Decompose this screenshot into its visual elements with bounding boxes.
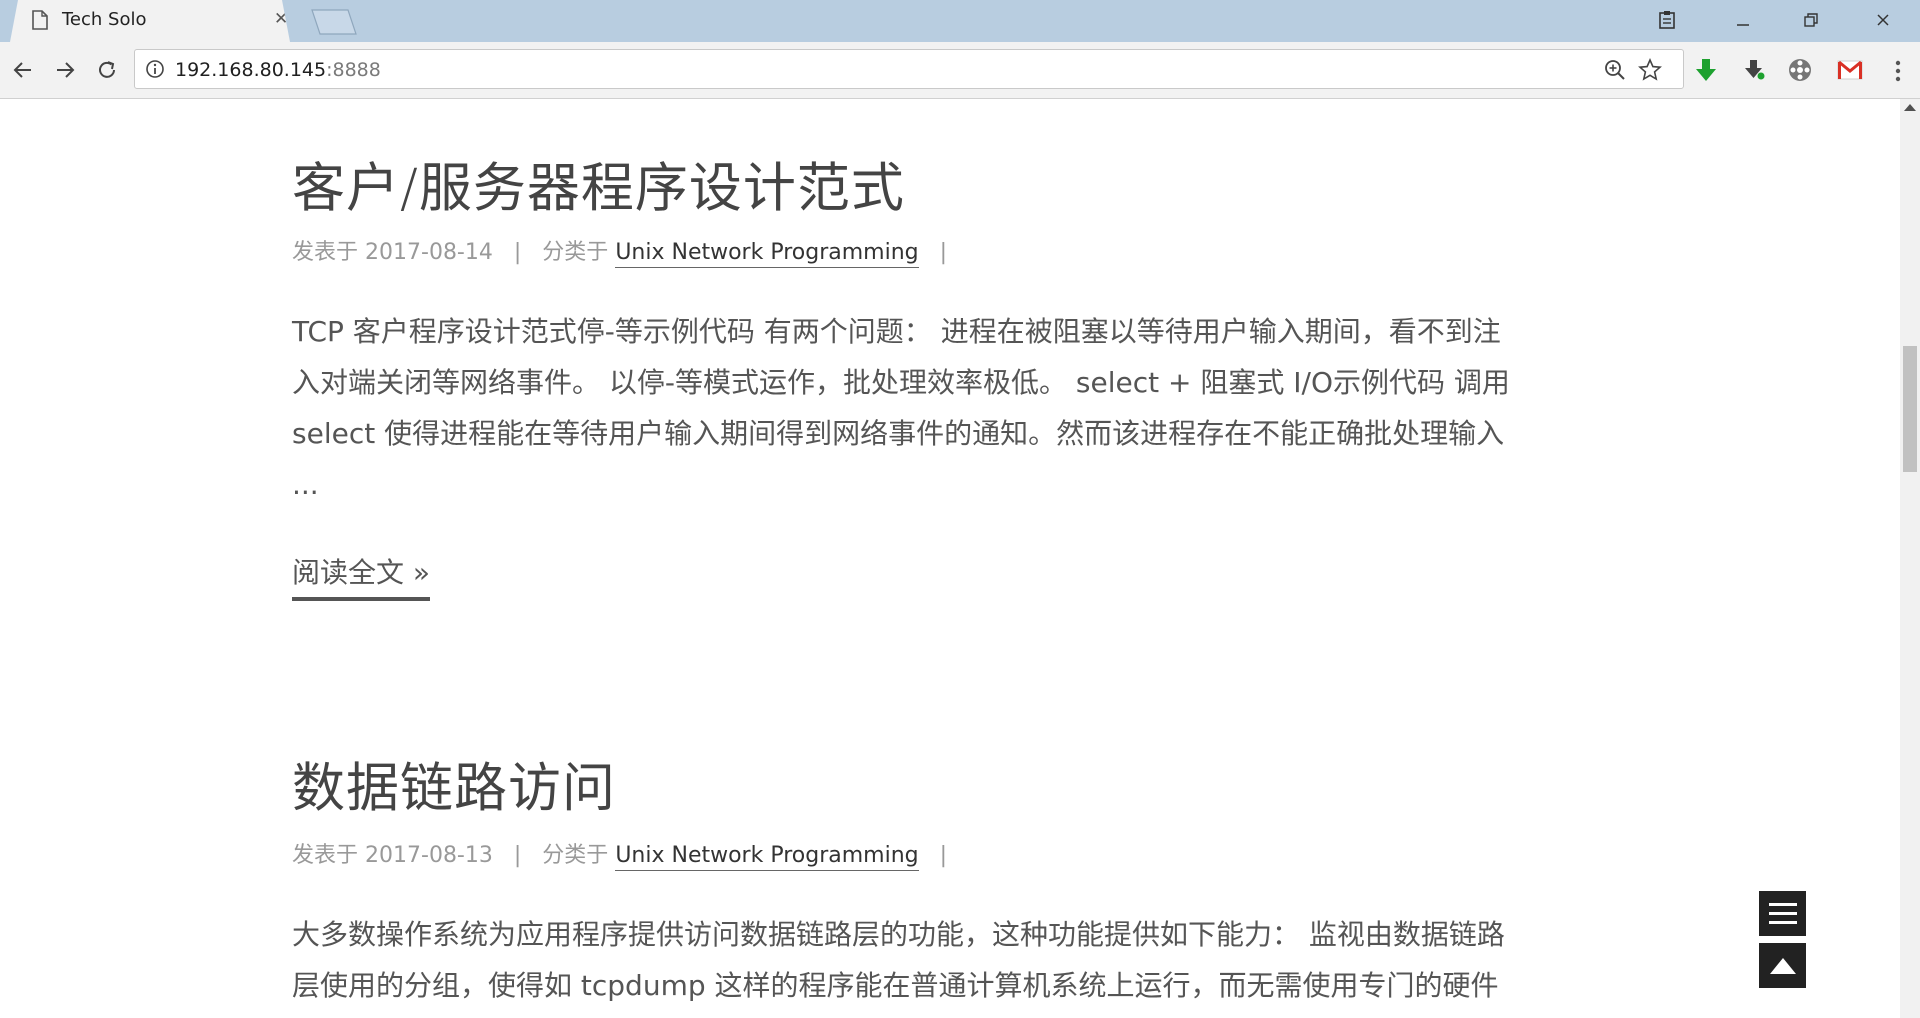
minimize-button[interactable] [1714,0,1772,40]
meta-separator: | [939,240,948,265]
back-button[interactable] [8,55,38,85]
excerpt-line: TCP 客户程序设计范式停-等示例代码 有两个问题： 进程在被阻塞以等待用户输入… [292,315,1501,348]
back-to-top-button[interactable] [1759,943,1806,988]
zoom-icon[interactable] [1603,58,1627,82]
sidebar-toggle-button[interactable] [1759,891,1806,936]
category-link[interactable]: Unix Network Programming [615,843,919,871]
reload-button[interactable] [92,55,122,85]
restore-button[interactable] [1782,0,1840,40]
meta-separator: | [513,240,522,265]
scroll-up-arrow-icon[interactable] [1904,104,1916,111]
reload-icon [99,61,115,78]
post-excerpt: 大多数操作系统为应用程序提供访问数据链路层的功能，这种功能提供如下能力： 监视由… [292,909,1592,1011]
excerpt-line: select 使得进程能在等待用户输入期间得到网络事件的通知。然而该进程存在不能… [292,417,1505,450]
back-arrow-icon [13,62,31,78]
page-scrollbar[interactable] [1900,99,1920,1018]
scrollbar-thumb[interactable] [1903,346,1917,472]
browser-tab[interactable]: Tech Solo ✕ [10,0,290,42]
date-prefix: 发表于 [292,240,359,265]
new-tab-button[interactable] [310,9,358,35]
document-icon [32,10,48,30]
excerpt-line: 入对端关闭等网络事件。 以停-等模式运作，批处理效率极低。 select + 阻… [292,366,1510,399]
category-link[interactable]: Unix Network Programming [615,240,919,268]
meta-separator: | [939,843,948,868]
excerpt-line: ... [292,468,319,501]
url-text: 192.168.80.145:8888 [175,59,381,81]
post-meta: 发表于 2017-08-14 | 分类于 Unix Network Progra… [292,234,961,268]
excerpt-line: 层使用的分组，使得如 tcpdump 这样的程序能在普通计算机系统上运行，而无需… [292,969,1499,1002]
excerpt-line: 大多数操作系统为应用程序提供访问数据链路层的功能，这种功能提供如下能力： 监视由… [292,918,1505,951]
post-date: 2017-08-13 [365,843,493,868]
gmail-icon[interactable] [1836,56,1864,84]
category-prefix: 分类于 [542,240,609,265]
browser-menu-icon[interactable] [1888,56,1908,86]
post-title[interactable]: 客户/服务器程序设计范式 [292,146,905,222]
hamburger-menu-icon [1768,902,1797,924]
tab-close-icon[interactable]: ✕ [274,9,288,29]
reading-list-icon[interactable] [1638,0,1696,40]
post-title[interactable]: 数据链路访问 [292,746,616,822]
post-excerpt: TCP 客户程序设计范式停-等示例代码 有两个问题： 进程在被阻塞以等待用户输入… [292,306,1592,510]
bookmark-star-icon[interactable] [1637,57,1663,83]
post-meta: 发表于 2017-08-13 | 分类于 Unix Network Progra… [292,837,961,871]
browser-toolbar: 192.168.80.145:8888 [0,42,1920,99]
download-dark-icon[interactable] [1740,56,1768,84]
film-reel-icon[interactable] [1786,56,1814,84]
tab-title: Tech Solo [62,9,147,30]
info-icon[interactable] [145,59,165,79]
address-bar[interactable]: 192.168.80.145:8888 [134,49,1684,89]
post-date: 2017-08-14 [365,240,493,265]
date-prefix: 发表于 [292,843,359,868]
category-prefix: 分类于 [542,843,609,868]
read-more-link[interactable]: 阅读全文 » [292,551,431,601]
forward-arrow-icon [57,62,75,78]
download-green-icon[interactable] [1692,56,1720,84]
meta-separator: | [513,843,522,868]
close-window-button[interactable] [1854,0,1912,40]
forward-button[interactable] [50,55,80,85]
arrow-up-icon [1769,957,1796,974]
window-titlebar: Tech Solo ✕ [0,0,1920,42]
